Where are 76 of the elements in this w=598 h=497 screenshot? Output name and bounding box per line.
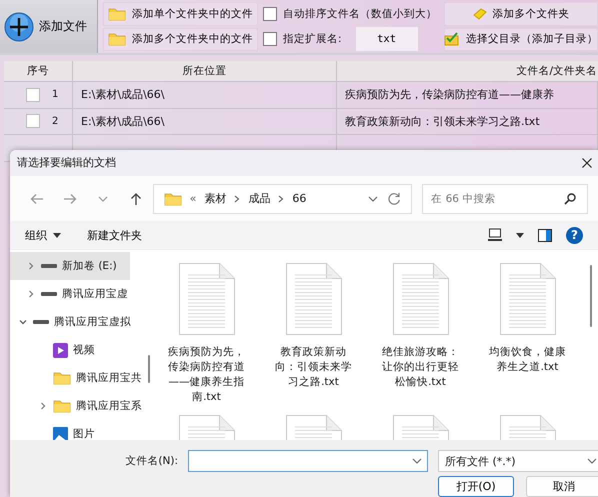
folder-button[interactable]: 选择父目录（添加子目录） bbox=[444, 28, 598, 51]
address-bar[interactable]: « 素材 成品 66 bbox=[152, 184, 412, 214]
folder-icon bbox=[108, 6, 126, 21]
row-checkbox[interactable] bbox=[26, 88, 40, 102]
view-icon[interactable] bbox=[488, 228, 502, 242]
file-name[interactable]: 教育政策新动向：引领未来学习之路.txt bbox=[272, 345, 354, 390]
folder-button[interactable]: 添加多个文件夹 bbox=[444, 2, 598, 26]
add-file-button[interactable]: 添加文件 bbox=[0, 0, 98, 53]
scrollbar[interactable] bbox=[148, 355, 150, 383]
folder-icon bbox=[53, 399, 71, 413]
breadcrumb-item[interactable]: 66 bbox=[292, 192, 306, 205]
video-icon bbox=[53, 342, 68, 358]
text-file-icon[interactable] bbox=[178, 263, 234, 335]
help-button[interactable]: ? bbox=[566, 226, 583, 244]
add-folder-files-button[interactable]: 添加单个文件夹中的文件 bbox=[103, 2, 258, 26]
caret-icon[interactable] bbox=[516, 232, 524, 238]
search-icon[interactable] bbox=[564, 192, 576, 204]
dialog-button[interactable]: 取消 bbox=[526, 476, 598, 497]
drive-icon bbox=[33, 319, 49, 325]
folder-icon bbox=[53, 371, 71, 385]
nav-item[interactable]: 腾讯应用宝虚拟 bbox=[10, 308, 131, 336]
separator-icon bbox=[234, 194, 240, 202]
file-type-dropdown[interactable]: 所有文件 (*.*) bbox=[438, 450, 598, 472]
folder-icon bbox=[164, 192, 182, 206]
chevron-down-icon bbox=[587, 456, 597, 466]
preview-pane-icon[interactable] bbox=[538, 228, 552, 242]
file-name[interactable]: 均衡饮食，健康养生之道.txt bbox=[486, 345, 568, 375]
option-label: 自动排序文件名（数值小到大） bbox=[283, 6, 437, 20]
column-header[interactable]: 文件名/文件夹名 bbox=[337, 61, 598, 82]
nav-item[interactable]: 腾讯应用宝共 bbox=[10, 364, 142, 392]
chevron-down-icon bbox=[412, 456, 422, 466]
breadcrumb-item[interactable]: 素材 bbox=[204, 191, 226, 206]
dialog-button[interactable]: 打开(O) bbox=[438, 476, 514, 497]
plus-icon bbox=[4, 12, 34, 42]
row-number: 2 bbox=[52, 116, 58, 127]
breadcrumb-overflow[interactable]: « bbox=[190, 192, 196, 205]
checkbox[interactable] bbox=[263, 6, 277, 20]
drive-icon bbox=[41, 263, 57, 269]
file-name-field[interactable] bbox=[188, 450, 428, 472]
row-checkbox[interactable] bbox=[26, 114, 40, 128]
nav-item[interactable]: 视频 bbox=[10, 336, 130, 364]
file-name-label: 文件名(N): bbox=[125, 454, 178, 468]
caret-icon bbox=[53, 232, 61, 238]
row-number: 1 bbox=[52, 89, 58, 100]
text-file-icon[interactable] bbox=[286, 263, 342, 335]
check-folder-icon bbox=[444, 32, 460, 46]
collapse-icon[interactable] bbox=[18, 317, 28, 327]
drive-icon bbox=[41, 291, 57, 297]
file-name[interactable]: 疾病预防为先，传染病防控有道——健康养生指南.txt bbox=[166, 345, 248, 405]
folder-icon bbox=[108, 32, 126, 46]
nav-item[interactable]: 腾讯应用宝虚 bbox=[10, 280, 130, 308]
organize-menu[interactable]: 组织 bbox=[25, 228, 61, 243]
new-folder-button[interactable]: 新建文件夹 bbox=[87, 228, 142, 243]
breadcrumb-item[interactable]: 成品 bbox=[248, 191, 270, 206]
scrollbar[interactable] bbox=[590, 265, 592, 327]
close-icon[interactable] bbox=[582, 158, 592, 168]
expand-icon[interactable] bbox=[26, 261, 36, 271]
expand-icon[interactable] bbox=[38, 401, 48, 411]
extension-field[interactable]: txt bbox=[356, 27, 418, 51]
text-file-icon[interactable] bbox=[500, 263, 556, 335]
refresh-icon[interactable] bbox=[387, 192, 402, 206]
nav-item[interactable]: 腾讯应用宝系 bbox=[10, 392, 142, 420]
column-header[interactable]: 序号 bbox=[4, 61, 73, 82]
separator-icon bbox=[278, 194, 284, 202]
column-header[interactable]: 所在位置 bbox=[73, 61, 337, 82]
checkbox[interactable] bbox=[263, 32, 277, 46]
add-folder-files-button[interactable]: 添加多个文件夹中的文件 bbox=[103, 28, 258, 51]
file-name[interactable]: 绝佳旅游攻略：让你的出行更轻松愉快.txt bbox=[380, 345, 462, 390]
nav-item[interactable]: 图片 bbox=[10, 420, 130, 440]
nav-item[interactable]: 新加卷 (E:) bbox=[10, 252, 130, 280]
expand-icon[interactable] bbox=[26, 289, 36, 299]
search-field[interactable]: 在 66 中搜索 bbox=[422, 184, 588, 214]
diamond-icon bbox=[472, 8, 486, 20]
text-file-icon[interactable] bbox=[392, 263, 448, 335]
option-label: 指定扩展名: bbox=[283, 32, 342, 46]
dialog-title: 请选择要编辑的文档 bbox=[17, 155, 116, 170]
